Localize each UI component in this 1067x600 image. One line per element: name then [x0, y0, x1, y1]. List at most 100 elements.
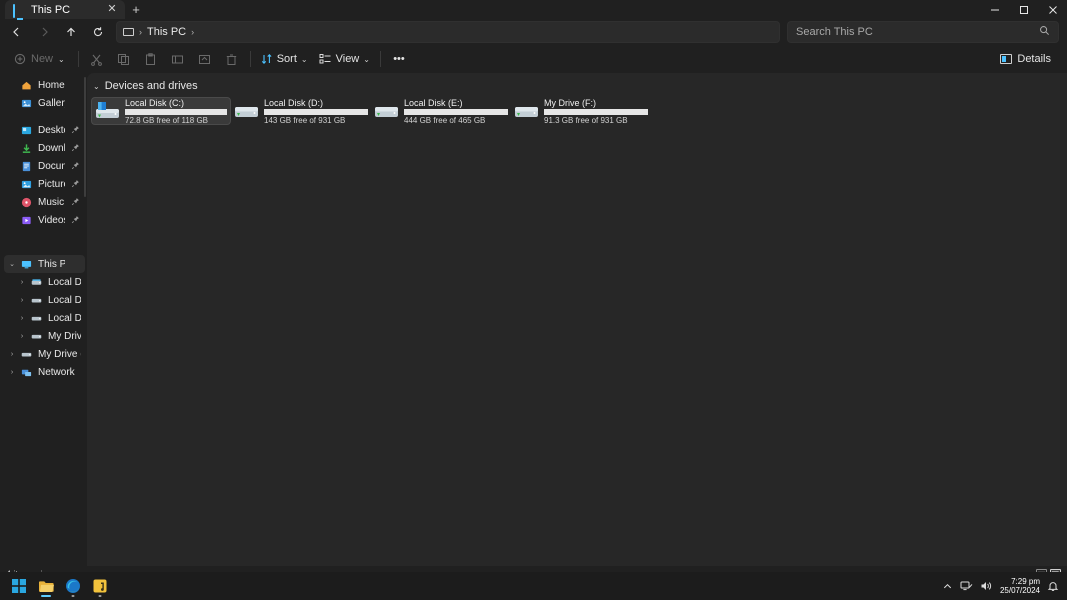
pin-icon[interactable] [71, 125, 81, 136]
chevron-right-icon[interactable]: › [18, 297, 26, 304]
share-button[interactable] [192, 47, 218, 71]
chevron-right-icon[interactable]: › [8, 369, 16, 376]
maximize-button[interactable] [1009, 0, 1038, 19]
cut-button[interactable] [84, 47, 110, 71]
clock[interactable]: 7:29 pm 25/07/2024 [1000, 577, 1040, 595]
sidebar-item-local-disk-d[interactable]: › Local Disk (D:) [4, 291, 85, 309]
more-options-button[interactable]: ••• [386, 47, 412, 71]
sidebar-item-home[interactable]: Home [4, 76, 85, 94]
drive-tile-f[interactable]: My Drive (F:) 91.3 GB free of 931 GB [511, 97, 651, 125]
command-bar: New ⌄ Sort ⌄ View ⌄ ••• Details [0, 45, 1067, 73]
tab-this-pc[interactable]: This PC ✕ [5, 0, 125, 19]
sort-button[interactable]: Sort ⌄ [256, 47, 313, 71]
close-tab-icon[interactable]: ✕ [105, 3, 119, 17]
up-button[interactable] [58, 21, 84, 43]
drive-info: Local Disk (D:) 143 GB free of 931 GB [264, 98, 368, 125]
minimize-button[interactable] [980, 0, 1009, 19]
music-icon [20, 196, 32, 208]
bell-icon[interactable] [1047, 580, 1059, 592]
file-explorer-window: This PC ✕ + › This PC › Search This PC N… [0, 0, 1067, 600]
paste-button[interactable] [138, 47, 164, 71]
volume-icon[interactable] [980, 580, 993, 592]
file-list-area[interactable]: ⌄ Devices and drives Local Disk (C:) 72.… [87, 73, 1067, 566]
back-button[interactable] [4, 21, 30, 43]
sidebar-item-videos[interactable]: Videos [4, 211, 85, 229]
view-button[interactable]: View ⌄ [314, 47, 375, 71]
capacity-bar [544, 108, 648, 115]
details-pane-button[interactable]: Details [992, 47, 1059, 71]
taskbar-apps [0, 575, 111, 597]
pin-icon[interactable] [71, 161, 81, 172]
chevron-right-icon[interactable]: › [18, 315, 26, 322]
sidebar-item-label: Music [38, 196, 65, 208]
chevron-down-icon[interactable]: ⌄ [93, 82, 100, 91]
chevron-down-icon: ⌄ [363, 54, 370, 64]
sidebar-item-my-drive-f[interactable]: › My Drive (F:) [4, 345, 85, 363]
drive-name: My Drive (F:) [544, 97, 596, 108]
sidebar-item-my-drive-f-child[interactable]: › My Drive (F:) [4, 327, 85, 345]
forward-button[interactable] [31, 21, 57, 43]
capacity-bar [125, 108, 227, 115]
drive-tile-c[interactable]: Local Disk (C:) 72.8 GB free of 118 GB [91, 97, 231, 125]
details-button-label: Details [1017, 53, 1051, 65]
chevron-right-icon[interactable]: › [8, 351, 16, 358]
pin-icon[interactable] [71, 197, 81, 208]
file-explorer-icon[interactable] [35, 575, 57, 597]
view-button-label: View [335, 53, 360, 65]
sidebar-item-label: Videos [38, 214, 65, 226]
this-pc-icon [20, 258, 32, 270]
chevron-right-icon[interactable]: › [18, 279, 26, 286]
breadcrumb-item-this-pc[interactable]: This PC [147, 26, 186, 38]
sidebar-item-desktop[interactable]: Desktop [4, 121, 85, 139]
breadcrumb[interactable]: › This PC › [116, 21, 780, 43]
taskbar: 7:29 pm 25/07/2024 [0, 572, 1067, 600]
system-tray: 7:29 pm 25/07/2024 [942, 577, 1067, 595]
videos-icon [20, 214, 32, 226]
sidebar-divider [0, 112, 87, 121]
group-header-devices-and-drives[interactable]: ⌄ Devices and drives [87, 79, 1067, 93]
sidebar-item-label: My Drive (F:) [38, 348, 81, 360]
sidebar-item-downloads[interactable]: Downloads [4, 139, 85, 157]
drive-info: My Drive (F:) 91.3 GB free of 931 GB [544, 98, 648, 125]
network-tray-icon[interactable] [960, 580, 973, 592]
sidebar-item-local-disk-c[interactable]: › Local Disk (C:) [4, 273, 85, 291]
drive-name: Local Disk (C:) [125, 97, 185, 108]
sidebar-item-pictures[interactable]: Pictures [4, 175, 85, 193]
start-icon[interactable] [8, 575, 30, 597]
chevron-right-icon[interactable]: › [18, 333, 26, 340]
edge-icon[interactable] [62, 575, 84, 597]
window-controls [980, 0, 1067, 19]
navigation-pane: Home Gallery Desktop [0, 73, 87, 566]
pin-icon[interactable] [71, 179, 81, 190]
tab-strip: This PC ✕ + [0, 0, 147, 19]
sidebar-item-local-disk-e[interactable]: › Local Disk (E:) [4, 309, 85, 327]
new-button[interactable]: New ⌄ [8, 47, 73, 71]
sidebar-divider [0, 238, 87, 247]
chevron-down-icon[interactable]: ⌄ [8, 260, 16, 268]
copy-button[interactable] [111, 47, 137, 71]
sidebar-item-gallery[interactable]: Gallery [4, 94, 85, 112]
sidebar-item-network[interactable]: › Network [4, 363, 85, 381]
refresh-button[interactable] [85, 21, 111, 43]
sidebar-item-label: Network [38, 366, 75, 378]
sidebar-item-this-pc[interactable]: ⌄ This PC [4, 255, 85, 273]
pin-icon[interactable] [71, 143, 81, 154]
sidebar-item-documents[interactable]: Documents [4, 157, 85, 175]
drive-free-space: 91.3 GB free of 931 GB [544, 115, 628, 125]
new-tab-button[interactable]: + [125, 0, 147, 19]
show-hidden-icons-button[interactable] [942, 581, 953, 592]
rename-button[interactable] [165, 47, 191, 71]
gallery-icon [20, 97, 32, 109]
drive-tile-e[interactable]: Local Disk (E:) 444 GB free of 465 GB [371, 97, 511, 125]
notes-icon[interactable] [89, 575, 111, 597]
pin-icon[interactable] [71, 215, 81, 226]
system-drive-icon [95, 100, 121, 122]
close-button[interactable] [1038, 0, 1067, 19]
sidebar-item-music[interactable]: Music [4, 193, 85, 211]
divider [249, 51, 251, 67]
drive-free-space: 72.8 GB free of 118 GB [125, 115, 209, 125]
drive-tile-d[interactable]: Local Disk (D:) 143 GB free of 931 GB [231, 97, 371, 125]
breadcrumb-separator-2[interactable]: › [189, 27, 196, 37]
delete-button[interactable] [219, 47, 245, 71]
search-input[interactable]: Search This PC [787, 21, 1059, 43]
